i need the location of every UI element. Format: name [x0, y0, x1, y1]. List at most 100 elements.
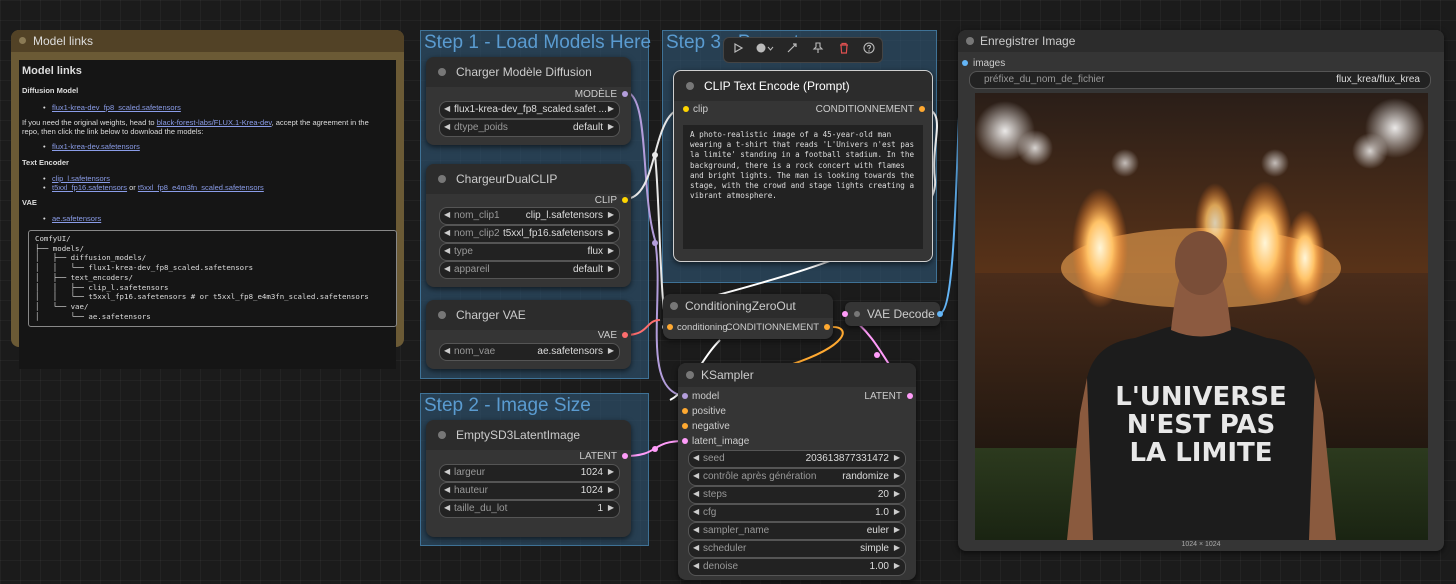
right-arrow-icon[interactable]: ▶: [608, 264, 614, 273]
node-title[interactable]: EmptySD3LatentImage: [426, 420, 631, 450]
image-preview[interactable]: L'UNIVERSE N'EST PAS LA LIMITE: [975, 93, 1428, 540]
left-arrow-icon[interactable]: ◀: [444, 122, 450, 131]
node-title[interactable]: Enregistrer Image: [958, 30, 1444, 52]
left-arrow-icon[interactable]: ◀: [693, 507, 699, 516]
height-number[interactable]: ◀ hauteur 1024 ▶: [439, 482, 620, 500]
node-title[interactable]: Charger VAE: [426, 300, 631, 330]
output-image-pin[interactable]: [937, 311, 943, 317]
left-arrow-icon[interactable]: ◀: [693, 525, 699, 534]
node-clip-text-encode[interactable]: CLIP Text Encode (Prompt) clip CONDITION…: [673, 70, 933, 262]
left-arrow-icon[interactable]: ◀: [444, 228, 450, 237]
output-vae-pin[interactable]: [622, 332, 628, 338]
right-arrow-icon[interactable]: ▶: [608, 228, 614, 237]
left-arrow-icon[interactable]: ◀: [693, 543, 699, 552]
node-ksampler[interactable]: KSampler model positive negative latent_…: [678, 363, 916, 580]
color-icon[interactable]: [754, 42, 776, 58]
collapse-dot-icon[interactable]: [438, 175, 446, 183]
collapse-dot-icon[interactable]: [438, 68, 446, 76]
dtype-combo[interactable]: ◀ dtype_poids default ▶: [439, 119, 620, 137]
node-title[interactable]: Charger Modèle Diffusion: [426, 57, 631, 87]
note-title[interactable]: Model links: [11, 30, 404, 52]
left-arrow-icon[interactable]: ◀: [444, 467, 450, 476]
right-arrow-icon[interactable]: ▶: [608, 246, 614, 255]
play-icon[interactable]: [730, 42, 746, 58]
node-dual-clip-loader[interactable]: ChargeurDualCLIP CLIP ◀ nom_clip1 clip_l…: [426, 164, 631, 287]
right-arrow-icon[interactable]: ▶: [894, 453, 900, 462]
clip-l-link[interactable]: clip_l.safetensors: [52, 174, 110, 183]
right-arrow-icon[interactable]: ▶: [608, 122, 614, 131]
input-images-pin[interactable]: [962, 60, 968, 66]
output-conditioning-pin[interactable]: [824, 324, 830, 330]
weights-download-link[interactable]: flux1-krea-dev.safetensors: [52, 142, 140, 151]
cfg-number[interactable]: ◀ cfg 1.0 ▶: [688, 504, 906, 522]
input-conditioning-pin[interactable]: [667, 324, 673, 330]
left-arrow-icon[interactable]: ◀: [444, 264, 450, 273]
right-arrow-icon[interactable]: ▶: [894, 507, 900, 516]
sampler-name-combo[interactable]: ◀ sampler_name euler ▶: [688, 522, 906, 540]
left-arrow-icon[interactable]: ◀: [693, 489, 699, 498]
pin-icon[interactable]: [810, 42, 826, 58]
right-arrow-icon[interactable]: ▶: [608, 104, 614, 113]
diffusion-model-link[interactable]: flux1-krea-dev_fp8_scaled.safetensors: [52, 103, 181, 112]
output-latent-pin[interactable]: [622, 453, 628, 459]
node-title[interactable]: KSampler: [678, 363, 916, 387]
node-empty-latent[interactable]: EmptySD3LatentImage LATENT ◀ largeur 102…: [426, 420, 631, 537]
filename-prefix-text[interactable]: préfixe_du_nom_de_fichier flux_krea/flux…: [969, 71, 1431, 89]
left-arrow-icon[interactable]: ◀: [444, 485, 450, 494]
left-arrow-icon[interactable]: ◀: [444, 104, 450, 113]
left-arrow-icon[interactable]: ◀: [693, 453, 699, 462]
node-title[interactable]: CLIP Text Encode (Prompt): [674, 71, 932, 101]
left-arrow-icon[interactable]: ◀: [693, 471, 699, 480]
delete-icon[interactable]: [836, 42, 852, 58]
clip1-combo[interactable]: ◀ nom_clip1 clip_l.safetensors ▶: [439, 207, 620, 225]
collapse-dot-icon[interactable]: [686, 371, 694, 379]
node-title[interactable]: ConditioningZeroOut: [663, 294, 833, 318]
node-vae-loader[interactable]: Charger VAE VAE ◀ nom_vae ae.safetensors…: [426, 300, 631, 369]
type-combo[interactable]: ◀ type flux ▶: [439, 243, 620, 261]
right-arrow-icon[interactable]: ▶: [894, 489, 900, 498]
collapse-dot-icon[interactable]: [438, 431, 446, 439]
bypass-icon[interactable]: [784, 42, 800, 58]
batch-size-number[interactable]: ◀ taille_du_lot 1 ▶: [439, 500, 620, 518]
right-arrow-icon[interactable]: ▶: [608, 346, 614, 355]
left-arrow-icon[interactable]: ◀: [444, 346, 450, 355]
left-arrow-icon[interactable]: ◀: [444, 210, 450, 219]
unet-name-combo[interactable]: ◀ flux1-krea-dev_fp8_scaled.safet ... ▶: [439, 101, 620, 119]
collapse-dot-icon[interactable]: [966, 37, 974, 45]
weights-repo-link[interactable]: black-forest-labs/FLUX.1-Krea-dev: [157, 118, 272, 127]
right-arrow-icon[interactable]: ▶: [608, 467, 614, 476]
node-vae-decode[interactable]: VAE Decode: [842, 302, 943, 326]
input-samples-pin[interactable]: [842, 311, 848, 317]
node-conditioning-zero-out[interactable]: ConditioningZeroOut conditioning CONDITI…: [663, 294, 833, 339]
collapse-dot-icon[interactable]: [686, 82, 694, 90]
denoise-number[interactable]: ◀ denoise 1.00 ▶: [688, 558, 906, 576]
control-after-generate-combo[interactable]: ◀ contrôle après génération randomize ▶: [688, 468, 906, 486]
collapse-dot-icon[interactable]: [438, 311, 446, 319]
input-positive-pin[interactable]: [682, 408, 688, 414]
clip2-combo[interactable]: ◀ nom_clip2 t5xxl_fp16.safetensors ▶: [439, 225, 620, 243]
scheduler-combo[interactable]: ◀ scheduler simple ▶: [688, 540, 906, 558]
right-arrow-icon[interactable]: ▶: [608, 210, 614, 219]
right-arrow-icon[interactable]: ▶: [608, 503, 614, 512]
width-number[interactable]: ◀ largeur 1024 ▶: [439, 464, 620, 482]
vae-name-combo[interactable]: ◀ nom_vae ae.safetensors ▶: [439, 343, 620, 361]
node-unet-loader[interactable]: Charger Modèle Diffusion MODÈLE ◀ flux1-…: [426, 57, 631, 145]
output-model-pin[interactable]: [622, 91, 628, 97]
input-negative-pin[interactable]: [682, 423, 688, 429]
input-latent-pin[interactable]: [682, 438, 688, 444]
help-icon[interactable]: [861, 42, 877, 58]
right-arrow-icon[interactable]: ▶: [894, 471, 900, 480]
left-arrow-icon[interactable]: ◀: [444, 503, 450, 512]
node-title[interactable]: ChargeurDualCLIP: [426, 164, 631, 194]
vae-link[interactable]: ae.safetensors: [52, 214, 101, 223]
steps-number[interactable]: ◀ steps 20 ▶: [688, 486, 906, 504]
left-arrow-icon[interactable]: ◀: [693, 561, 699, 570]
collapse-dot-icon[interactable]: [854, 311, 860, 317]
device-combo[interactable]: ◀ appareil default ▶: [439, 261, 620, 279]
right-arrow-icon[interactable]: ▶: [894, 543, 900, 552]
t5-fp8-link[interactable]: t5xxl_fp8_e4m3fn_scaled.safetensors: [138, 183, 264, 192]
right-arrow-icon[interactable]: ▶: [608, 485, 614, 494]
right-arrow-icon[interactable]: ▶: [894, 561, 900, 570]
note-model-links[interactable]: Model links Model links Diffusion Model …: [11, 30, 404, 369]
left-arrow-icon[interactable]: ◀: [444, 246, 450, 255]
